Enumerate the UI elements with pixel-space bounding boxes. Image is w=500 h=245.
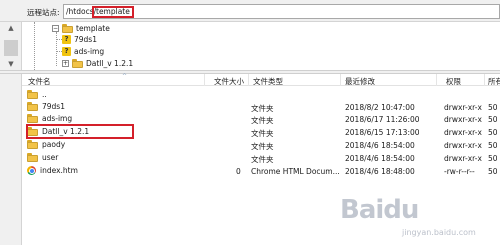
file-name-cell: .. [27, 90, 47, 99]
column-filesize[interactable]: 文件大小 [214, 76, 244, 87]
file-row[interactable]: user 文件夹 2018/4/6 18:54:00 drwxr-xr-x 50 [22, 152, 500, 164]
file-name-cell: user [27, 153, 58, 162]
column-modified[interactable]: 最近修改 [345, 76, 375, 87]
file-modified: 2018/4/6 18:54:00 [345, 154, 415, 163]
file-perms: -rw-r--r-- [444, 167, 475, 176]
folder-icon [27, 153, 38, 162]
file-row[interactable]: .. [22, 89, 500, 101]
file-perms: drwxr-xr-x [444, 103, 482, 112]
scroll-up-icon[interactable]: ▲ [6, 24, 16, 32]
file-modified: 2018/8/2 10:47:00 [345, 103, 415, 112]
folder-icon [72, 58, 83, 68]
folder-icon [27, 114, 38, 123]
file-modified: 2018/4/6 18:48:00 [345, 167, 415, 176]
column-separator[interactable] [204, 74, 205, 86]
file-owner: 50 [488, 103, 498, 112]
file-perms: drwxr-xr-x [444, 154, 482, 163]
tree-item-label: template [76, 23, 110, 33]
tree-item-label: ads-img [74, 46, 105, 56]
file-name: ads-img [42, 114, 73, 123]
file-name-cell: index.htm [27, 166, 78, 175]
file-owner: 50 [488, 167, 498, 176]
file-type: 文件夹 [251, 142, 274, 151]
tree-item-datll[interactable]: + Datll_v 1.2.1 [62, 57, 133, 69]
folder-icon [62, 23, 73, 33]
list-header: ^ 文件名 文件大小 文件类型 最近修改 权限 所有 [22, 73, 500, 87]
file-type: 文件夹 [251, 129, 274, 138]
highlight-box [26, 124, 134, 139]
tree-item-79ds1[interactable]: ? 79ds1 [62, 33, 97, 45]
remote-site-label: 远程站点: [27, 8, 60, 17]
file-name: paody [42, 140, 66, 149]
file-modified: 2018/4/6 18:54:00 [345, 141, 415, 150]
file-size: 0 [236, 167, 241, 176]
file-type: Chrome HTML Docum... [251, 167, 340, 176]
file-row[interactable]: paody 文件夹 2018/4/6 18:54:00 drwxr-xr-x 5… [22, 139, 500, 151]
file-name-cell: ads-img [27, 114, 72, 123]
file-name-cell: 79ds1 [27, 102, 65, 111]
question-folder-icon: ? [62, 34, 71, 44]
file-type: 文件夹 [251, 116, 274, 125]
remote-dir-tree: − template ? 79ds1 ? ads-img + Datll_v 1… [22, 22, 500, 70]
sort-arrow-icon: ^ [122, 73, 128, 80]
scroll-thumb[interactable] [4, 40, 18, 56]
remote-site-bar: 远程站点: /htdocs/ template [0, 0, 500, 22]
question-folder-icon: ? [62, 46, 71, 56]
column-filename[interactable]: 文件名 [28, 76, 51, 87]
folder-icon [27, 102, 38, 111]
file-name: user [42, 153, 59, 162]
tree-item-label: 79ds1 [74, 34, 97, 44]
file-name: .. [42, 90, 47, 99]
file-name: 79ds1 [42, 102, 65, 111]
tree-guide [56, 32, 57, 66]
column-separator[interactable] [340, 74, 341, 86]
file-type: 文件夹 [251, 155, 274, 164]
column-filetype[interactable]: 文件类型 [253, 76, 283, 87]
file-perms: drwxr-xr-x [444, 141, 482, 150]
expand-icon[interactable]: + [62, 59, 69, 67]
column-owner[interactable]: 所有 [488, 76, 500, 87]
file-owner: 50 [488, 154, 498, 163]
collapse-icon[interactable]: − [52, 24, 59, 32]
column-separator[interactable] [436, 74, 437, 86]
file-owner: 50 [488, 115, 498, 124]
tree-guide [34, 22, 35, 70]
file-owner: 50 [488, 141, 498, 150]
path-highlight: template [92, 6, 134, 18]
file-owner: 50 [488, 128, 498, 137]
file-name-cell: paody [27, 140, 65, 149]
folder-icon [27, 90, 38, 99]
file-modified: 2018/6/15 17:13:00 [345, 128, 420, 137]
file-perms: drwxr-xr-x [444, 128, 482, 137]
file-row[interactable]: index.htm 0 Chrome HTML Docum... 2018/4/… [22, 165, 500, 177]
file-name: index.htm [40, 166, 78, 175]
column-separator[interactable] [248, 74, 249, 86]
column-separator[interactable] [484, 74, 485, 86]
scroll-down-icon[interactable]: ▼ [6, 60, 16, 68]
file-row[interactable]: 79ds1 文件夹 2018/8/2 10:47:00 drwxr-xr-x 5… [22, 101, 500, 113]
remote-file-list: ^ 文件名 文件大小 文件类型 最近修改 权限 所有 .. 79ds1 文件夹 … [22, 73, 500, 245]
left-scrollbar[interactable]: ▲ ▼ [0, 22, 22, 245]
folder-icon [27, 140, 38, 149]
tree-item-label: Datll_v 1.2.1 [86, 58, 134, 68]
tree-item-ads-img[interactable]: ? ads-img [62, 45, 104, 57]
file-perms: drwxr-xr-x [444, 115, 482, 124]
column-permissions[interactable]: 权限 [446, 76, 461, 87]
file-modified: 2018/6/17 11:26:00 [345, 115, 420, 124]
chrome-file-icon [27, 166, 36, 175]
